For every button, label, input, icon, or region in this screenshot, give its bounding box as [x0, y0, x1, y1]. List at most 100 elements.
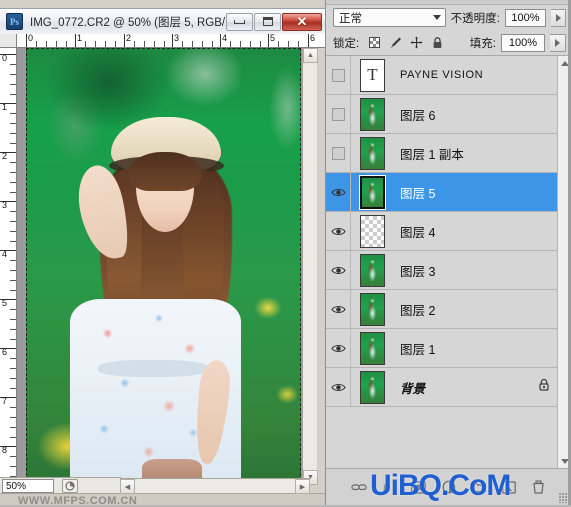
lock-label: 锁定:	[333, 37, 360, 50]
lock-transparent-pixels-icon[interactable]	[367, 36, 381, 50]
ruler-v-label: 0	[2, 53, 8, 63]
thumbnail-transparent	[361, 215, 384, 247]
padlock-icon	[538, 378, 550, 396]
layer-name[interactable]: 图层 2	[394, 300, 531, 319]
opacity-input[interactable]: 100%	[504, 8, 547, 27]
minimize-button[interactable]	[226, 12, 253, 31]
ruler-origin-corner[interactable]	[0, 34, 17, 48]
vertical-ruler[interactable]: 0 1 2 3 4 5 6 7 8	[0, 48, 17, 485]
layer-name[interactable]: 图层 4	[394, 222, 531, 241]
layer-thumbnail-cell[interactable]	[351, 370, 394, 404]
lock-icon-group	[367, 36, 444, 50]
add-layer-mask-icon[interactable]	[411, 479, 427, 495]
ruler-h-label: 1	[77, 34, 83, 43]
blend-mode-row: 正常 不透明度: 100%	[326, 5, 571, 30]
layer-row[interactable]: 图层 3	[326, 251, 557, 290]
layer-visibility-toggle[interactable]	[326, 95, 351, 133]
chevron-right-icon	[555, 13, 561, 22]
text-layer-T-icon: T	[361, 59, 384, 91]
layer-row[interactable]: 图层 1	[326, 329, 557, 368]
layer-visibility-toggle[interactable]	[326, 290, 351, 328]
maximize-icon	[262, 17, 273, 26]
photo-bangs	[127, 151, 202, 191]
layer-visibility-toggle[interactable]	[326, 173, 351, 211]
layer-style-fx-icon[interactable]: fx	[381, 479, 397, 495]
ruler-h-label: 2	[126, 34, 132, 43]
layer-thumbnail-cell[interactable]	[351, 331, 394, 365]
layer-thumbnail-cell[interactable]	[351, 97, 394, 131]
layer-name[interactable]: 图层 1	[394, 339, 531, 358]
canvas-scroll-left-button[interactable]: ◀	[120, 479, 135, 494]
layer-thumbnail-cell[interactable]	[351, 174, 394, 210]
zoom-level-field[interactable]: 50%	[2, 478, 54, 493]
layers-panel: 正常 不透明度: 100% 锁定: 填充: 100% T PAYNE VISIO…	[325, 0, 571, 505]
new-layer-icon[interactable]	[501, 479, 517, 495]
layer-visibility-toggle[interactable]	[326, 329, 351, 367]
chevron-down-icon	[432, 15, 441, 20]
layer-thumbnail	[360, 292, 385, 326]
layer-name[interactable]: 背景	[394, 378, 531, 397]
ruler-v-label: 4	[2, 249, 8, 259]
layer-thumbnail-cell[interactable]	[351, 214, 394, 248]
layer-name[interactable]: 图层 6	[394, 105, 531, 124]
ruler-v-label: 7	[2, 396, 8, 406]
layer-list[interactable]: T PAYNE VISION 图层 6 图层 1 副本 图层 5 图层 4 图层 3 图层 2…	[326, 56, 557, 468]
close-button[interactable]: ✕	[282, 12, 322, 31]
eye-icon	[330, 304, 346, 315]
fill-input[interactable]: 100%	[501, 33, 545, 52]
document-titlebar[interactable]: Ps IMG_0772.CR2 @ 50% (图层 5, RGB/... ✕	[0, 8, 325, 34]
layer-name[interactable]: PAYNE VISION	[394, 69, 531, 81]
layer-visibility-toggle[interactable]	[326, 368, 351, 406]
layer-row[interactable]: 图层 1 副本	[326, 134, 557, 173]
layer-row[interactable]: 图层 4	[326, 212, 557, 251]
layer-name[interactable]: 图层 5	[394, 183, 531, 202]
opacity-stepper-button[interactable]	[551, 8, 566, 27]
layer-thumbnail-cell[interactable]	[351, 292, 394, 326]
document-info-icon[interactable]	[62, 478, 78, 493]
fill-group: 填充: 100%	[470, 33, 566, 52]
lock-image-pixels-brush-icon[interactable]	[388, 36, 402, 50]
thumbnail-photo	[361, 98, 384, 130]
svg-text:fx: fx	[383, 483, 391, 494]
layer-row[interactable]: 图层 2	[326, 290, 557, 329]
layer-thumbnail-cell[interactable]: T	[351, 58, 394, 92]
thumbnail-photo	[361, 371, 384, 403]
layer-visibility-toggle[interactable]	[326, 56, 351, 94]
layer-visibility-toggle[interactable]	[326, 251, 351, 289]
layer-name[interactable]: 图层 1 副本	[394, 144, 531, 163]
lock-all-padlock-icon[interactable]	[430, 36, 444, 50]
layer-thumbnail-cell[interactable]	[351, 253, 394, 287]
new-group-folder-icon[interactable]	[471, 479, 487, 495]
canvas-scroll-right-button[interactable]: ▶	[295, 479, 310, 494]
maximize-button[interactable]	[254, 12, 281, 31]
blend-mode-select[interactable]: 正常	[333, 8, 446, 27]
fill-stepper-button[interactable]	[550, 33, 566, 52]
canvas-horizontal-scrollbar[interactable]: ◀ ▶	[120, 478, 310, 494]
thumbnail-photo	[361, 254, 384, 286]
photoshop-ps-icon: Ps	[6, 13, 23, 30]
layer-thumbnail-cell[interactable]	[351, 136, 394, 170]
eye-icon	[330, 382, 346, 393]
layer-name[interactable]: 图层 3	[394, 261, 531, 280]
canvas-scroll-up-button[interactable]: ▲	[303, 48, 318, 63]
layer-row[interactable]: 背景	[326, 368, 557, 407]
new-fill-adjustment-layer-icon[interactable]	[441, 479, 457, 495]
layer-visibility-toggle[interactable]	[326, 212, 351, 250]
eye-icon-off	[331, 107, 345, 121]
delete-layer-trash-icon[interactable]	[531, 479, 547, 495]
canvas-vertical-scrollbar[interactable]: ▲ ▼	[302, 48, 318, 485]
link-layers-icon[interactable]	[350, 479, 367, 495]
eye-icon-off	[331, 146, 345, 160]
layer-row[interactable]: 图层 5	[326, 173, 557, 212]
layer-row[interactable]: 图层 6	[326, 95, 557, 134]
layer-thumbnail	[360, 97, 385, 131]
ruler-v-label: 1	[2, 102, 8, 112]
layer-visibility-toggle[interactable]	[326, 134, 351, 172]
image-canvas[interactable]	[17, 48, 317, 485]
horizontal-ruler[interactable]: 0 1 2 3 4 5 6	[0, 34, 325, 48]
thumbnail-photo	[361, 137, 384, 169]
layer-lock-indicator	[531, 378, 557, 396]
canvas-photo[interactable]	[26, 48, 301, 481]
layer-row[interactable]: T PAYNE VISION	[326, 56, 557, 95]
lock-position-move-icon[interactable]	[409, 36, 423, 50]
